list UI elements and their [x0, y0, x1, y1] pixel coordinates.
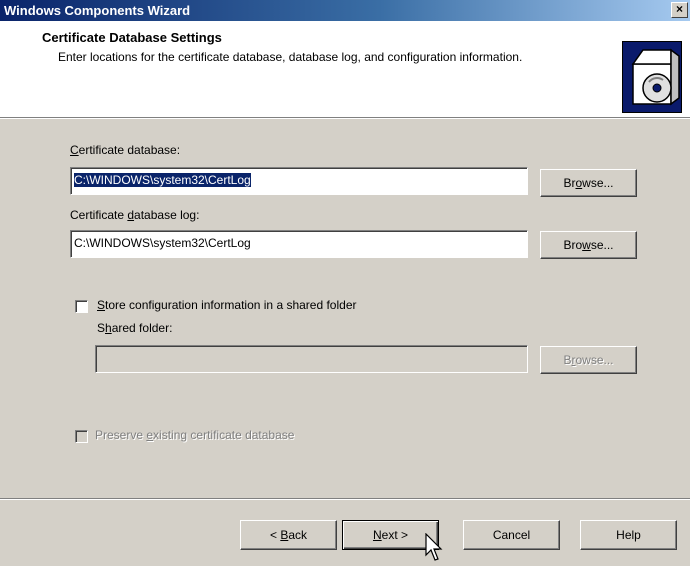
cert-db-label: Certificate database: — [70, 143, 181, 157]
wizard-header: Certificate Database Settings Enter loca… — [0, 21, 690, 118]
page-description: Enter locations for the certificate data… — [58, 50, 523, 64]
browse-cert-db-log-button[interactable]: Browse... — [540, 231, 637, 259]
shared-folder-label: Shared folder: — [97, 321, 173, 335]
cancel-button[interactable]: Cancel — [463, 520, 560, 550]
help-button[interactable]: Help — [580, 520, 677, 550]
shared-folder-input[interactable] — [95, 345, 528, 373]
browse-shared-folder-button[interactable]: Browse... — [540, 346, 637, 374]
shared-folder-checkbox-label: Store configuration information in a sha… — [97, 298, 357, 312]
browse-cert-db-button[interactable]: Browse... — [540, 169, 637, 197]
cert-db-input[interactable]: C:\WINDOWS\system32\CertLog — [70, 167, 528, 195]
cert-db-log-label: Certificate database log: — [70, 208, 200, 222]
cd-box-icon — [622, 41, 682, 113]
back-button[interactable]: < Back — [240, 520, 337, 550]
page-title: Certificate Database Settings — [42, 30, 222, 45]
mouse-cursor-icon — [425, 533, 443, 561]
preserve-db-checkbox[interactable] — [75, 430, 88, 443]
shared-folder-checkbox[interactable] — [75, 300, 88, 313]
title-bar: Windows Components Wizard × — [0, 0, 690, 21]
cert-db-value: C:\WINDOWS\system32\CertLog — [74, 173, 251, 187]
cert-db-log-value: C:\WINDOWS\system32\CertLog — [74, 236, 251, 250]
cert-db-log-input[interactable]: C:\WINDOWS\system32\CertLog — [70, 230, 528, 258]
close-icon: × — [675, 2, 683, 16]
close-button[interactable]: × — [671, 2, 688, 18]
window-title: Windows Components Wizard — [4, 3, 191, 18]
preserve-db-label: Preserve existing certificate database — [95, 428, 295, 442]
